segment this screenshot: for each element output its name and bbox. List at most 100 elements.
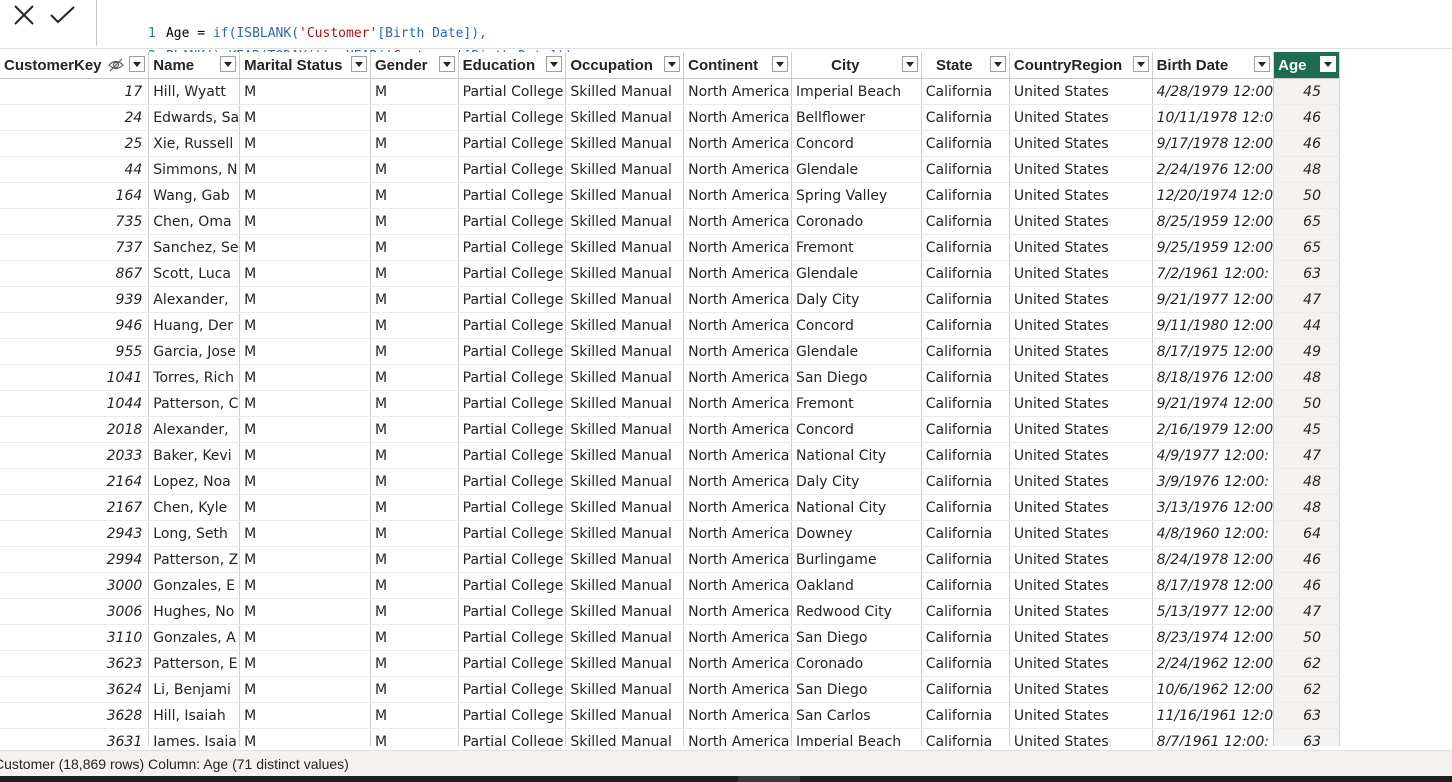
cell-age[interactable]: 63 [1273, 260, 1340, 287]
cell-name[interactable]: James, Isaia [148, 728, 241, 746]
cell-birthdate[interactable]: 8/23/1974 12:00 [1152, 624, 1275, 651]
cell-name[interactable]: Torres, Rich [148, 364, 241, 391]
cell-gender[interactable]: M [370, 260, 459, 287]
table-row[interactable]: 1044 Patterson, C M M Partial College Skilled… [0, 390, 1340, 417]
filter-dropdown-icon[interactable] [1132, 56, 1149, 72]
cell-name[interactable]: Lopez, Noa [148, 468, 241, 495]
cell-education[interactable]: Partial College [458, 364, 567, 391]
cell-name[interactable]: Patterson, E [148, 650, 241, 677]
cell-customerkey[interactable]: 44 [0, 156, 150, 183]
cell-customerkey[interactable]: 3006 [0, 598, 150, 625]
cell-customerkey[interactable]: 3000 [0, 572, 150, 599]
cell-age[interactable]: 65 [1273, 208, 1340, 235]
table-row[interactable]: 25 Xie, Russell M M Partial College Skilled M… [0, 130, 1340, 157]
data-grid[interactable]: CustomerKey Name Marital Status Gender Educa… [0, 52, 1340, 746]
cell-city[interactable]: San Diego [791, 676, 922, 703]
cell-name[interactable]: Li, Benjami [148, 676, 241, 703]
cell-customerkey[interactable]: 164 [0, 182, 150, 209]
cell-city[interactable]: Daly City [791, 286, 922, 313]
cell-customerkey[interactable]: 737 [0, 234, 150, 261]
column-header-city[interactable]: City [791, 52, 922, 79]
cell-education[interactable]: Partial College [458, 546, 567, 573]
table-row[interactable]: 3110 Gonzales, A M M Partial College Skilled … [0, 624, 1340, 651]
cell-continent[interactable]: North America [683, 156, 792, 183]
cell-marital[interactable]: M [239, 364, 371, 391]
cell-education[interactable]: Partial College [458, 728, 567, 746]
cell-marital[interactable]: M [239, 728, 371, 746]
cell-education[interactable]: Partial College [458, 468, 567, 495]
cell-state[interactable]: California [921, 572, 1010, 599]
cell-continent[interactable]: North America [683, 624, 792, 651]
cell-gender[interactable]: M [370, 494, 459, 521]
cell-city[interactable]: Imperial Beach [791, 728, 922, 746]
cell-customerkey[interactable]: 867 [0, 260, 150, 287]
cell-continent[interactable]: North America [683, 546, 792, 573]
cell-city[interactable]: Daly City [791, 468, 922, 495]
cell-marital[interactable]: M [239, 286, 371, 313]
cell-country[interactable]: United States [1009, 130, 1153, 157]
table-row[interactable]: 735 Chen, Oma M M Partial College Skilled Man… [0, 208, 1340, 235]
cell-occupation[interactable]: Skilled Manual [565, 338, 685, 365]
cell-age[interactable]: 50 [1273, 624, 1340, 651]
cell-continent[interactable]: North America [683, 650, 792, 677]
cell-gender[interactable]: M [370, 130, 459, 157]
cell-state[interactable]: California [921, 546, 1010, 573]
cell-age[interactable]: 46 [1273, 104, 1340, 131]
cell-birthdate[interactable]: 11/16/1961 12:0 [1152, 702, 1275, 729]
cell-age[interactable]: 64 [1273, 520, 1340, 547]
cell-continent[interactable]: North America [683, 104, 792, 131]
cell-continent[interactable]: North America [683, 598, 792, 625]
cell-marital[interactable]: M [239, 182, 371, 209]
cell-gender[interactable]: M [370, 520, 459, 547]
cell-state[interactable]: California [921, 182, 1010, 209]
column-header-gender[interactable]: Gender [370, 52, 459, 79]
cell-gender[interactable]: M [370, 364, 459, 391]
cell-education[interactable]: Partial College [458, 156, 567, 183]
cell-birthdate[interactable]: 10/6/1962 12:00 [1152, 676, 1275, 703]
cell-city[interactable]: Fremont [791, 234, 922, 261]
table-row[interactable]: 2018 Alexander, M M Partial College Skilled M… [0, 416, 1340, 443]
cell-customerkey[interactable]: 3110 [0, 624, 150, 651]
cell-occupation[interactable]: Skilled Manual [565, 104, 685, 131]
table-row[interactable]: 2994 Patterson, Z M M Partial College Skilled… [0, 546, 1340, 573]
cell-birthdate[interactable]: 9/25/1959 12:00 [1152, 234, 1275, 261]
cell-state[interactable]: California [921, 156, 1010, 183]
cell-country[interactable]: United States [1009, 390, 1153, 417]
cancel-formula-button[interactable] [8, 2, 40, 28]
cell-name[interactable]: Patterson, Z [148, 546, 241, 573]
column-header-continent[interactable]: Continent [683, 52, 792, 79]
cell-age[interactable]: 48 [1273, 364, 1340, 391]
cell-age[interactable]: 48 [1273, 494, 1340, 521]
cell-city[interactable]: Concord [791, 416, 922, 443]
cell-birthdate[interactable]: 4/9/1977 12:00: [1152, 442, 1275, 469]
cell-gender[interactable]: M [370, 624, 459, 651]
cell-marital[interactable]: M [239, 78, 371, 105]
cell-country[interactable]: United States [1009, 572, 1153, 599]
cell-name[interactable]: Hughes, No [148, 598, 241, 625]
cell-state[interactable]: California [921, 130, 1010, 157]
cell-education[interactable]: Partial College [458, 286, 567, 313]
filter-dropdown-icon[interactable] [351, 56, 367, 72]
cell-name[interactable]: Wang, Gab [148, 182, 241, 209]
cell-education[interactable]: Partial College [458, 312, 567, 339]
cell-city[interactable]: Downey [791, 520, 922, 547]
cell-continent[interactable]: North America [683, 676, 792, 703]
table-row[interactable]: 2164 Lopez, Noa M M Partial College Skilled M… [0, 468, 1340, 495]
cell-country[interactable]: United States [1009, 494, 1153, 521]
cell-gender[interactable]: M [370, 234, 459, 261]
cell-gender[interactable]: M [370, 572, 459, 599]
cell-occupation[interactable]: Skilled Manual [565, 728, 685, 746]
cell-education[interactable]: Partial College [458, 260, 567, 287]
cell-age[interactable]: 49 [1273, 338, 1340, 365]
table-row[interactable]: 939 Alexander, M M Partial College Skilled Ma… [0, 286, 1340, 313]
cell-birthdate[interactable]: 9/11/1980 12:00 [1152, 312, 1275, 339]
cell-education[interactable]: Partial College [458, 676, 567, 703]
cell-city[interactable]: Spring Valley [791, 182, 922, 209]
column-header-birthdate[interactable]: Birth Date [1152, 52, 1275, 79]
cell-customerkey[interactable]: 25 [0, 130, 150, 157]
filter-dropdown-icon[interactable] [438, 56, 455, 72]
cell-gender[interactable]: M [370, 78, 459, 105]
column-header-age[interactable]: Age [1273, 52, 1340, 79]
cell-marital[interactable]: M [239, 104, 371, 131]
cell-state[interactable]: California [921, 494, 1010, 521]
